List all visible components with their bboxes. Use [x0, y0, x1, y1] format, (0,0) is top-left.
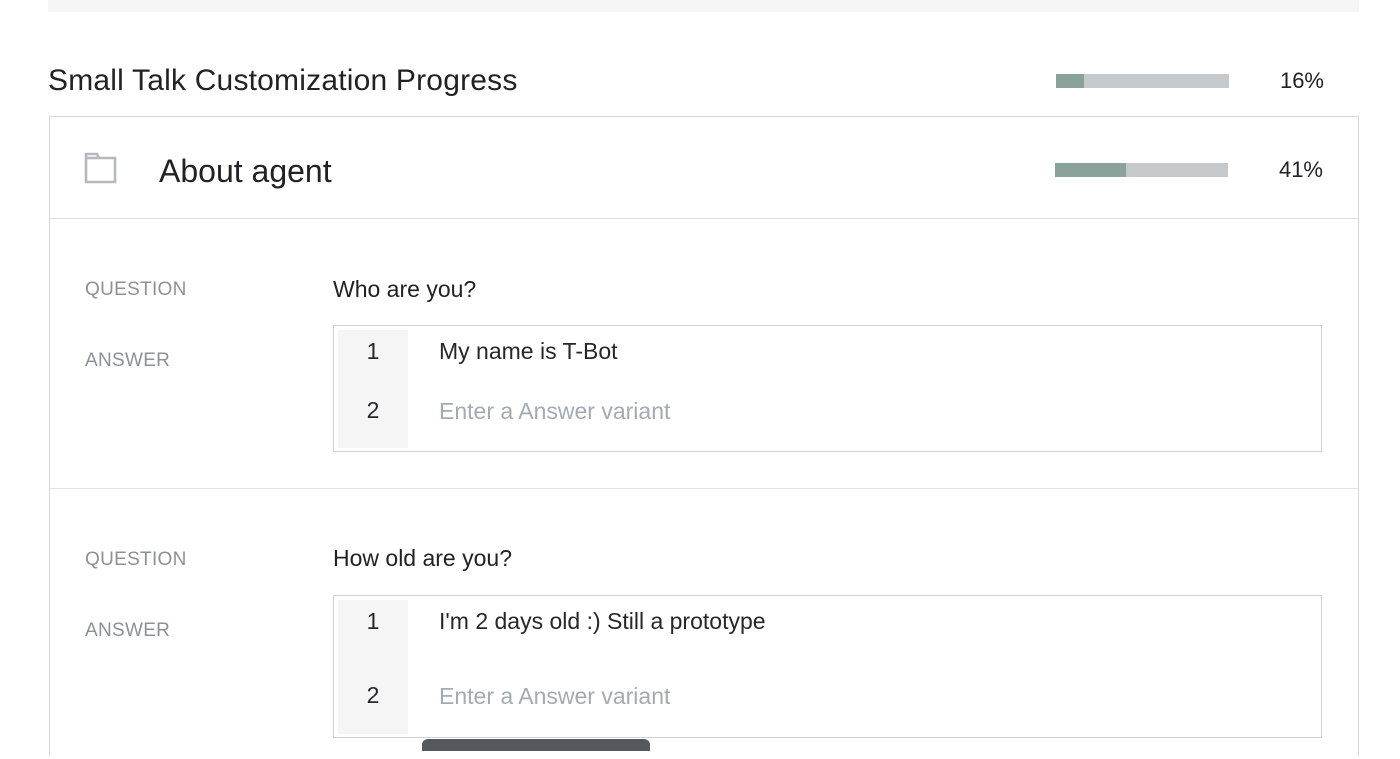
- question-text: Who are you?: [333, 276, 477, 302]
- answer-variant-row[interactable]: 1 My name is T-Bot: [334, 338, 1319, 378]
- qa-item: QUESTION Who are you? ANSWER 1 My name i…: [50, 219, 1358, 489]
- answer-variant-text[interactable]: My name is T-Bot: [439, 338, 618, 365]
- variant-number: 1: [366, 608, 380, 634]
- section-progress: [1055, 163, 1228, 177]
- section-progress-percent: 41%: [1278, 157, 1323, 182]
- tooltip-edge: [422, 739, 650, 751]
- top-strip: [48, 0, 1359, 12]
- answer-variant-row[interactable]: 2: [334, 680, 1319, 722]
- section-progress-fill: [1055, 163, 1126, 177]
- overall-progress-track: [1056, 74, 1229, 88]
- page-title: Small Talk Customization Progress: [48, 64, 518, 97]
- answer-variant-input[interactable]: [439, 680, 1299, 712]
- answer-variant-text[interactable]: I'm 2 days old :) Still a prototype: [439, 608, 766, 635]
- question-label: QUESTION: [85, 279, 187, 300]
- question-label: QUESTION: [85, 549, 187, 570]
- section-title: About agent: [159, 153, 332, 189]
- variant-number: 1: [366, 338, 380, 364]
- variant-number: 2: [366, 682, 380, 708]
- answer-variants-box: 1 My name is T-Bot 2: [333, 325, 1322, 452]
- section-header[interactable]: About agent 41%: [50, 117, 1358, 219]
- overall-progress-percent: 16%: [1279, 68, 1324, 93]
- variant-number: 2: [366, 397, 380, 423]
- overall-progress-fill: [1056, 74, 1084, 88]
- overall-progress: [1056, 74, 1229, 88]
- folder-icon: [84, 152, 117, 184]
- qa-item: QUESTION How old are you? ANSWER 1 I'm 2…: [50, 489, 1358, 759]
- answer-label: ANSWER: [85, 350, 171, 371]
- answer-variants-box: 1 I'm 2 days old :) Still a prototype 2: [333, 595, 1322, 738]
- section-panel: About agent 41% QUESTION Who are you? AN…: [49, 116, 1359, 756]
- answer-variant-input[interactable]: [439, 395, 1299, 427]
- question-text: How old are you?: [333, 545, 512, 571]
- section-progress-track: [1055, 163, 1228, 177]
- answer-label: ANSWER: [85, 620, 171, 641]
- answer-variant-row[interactable]: 1 I'm 2 days old :) Still a prototype: [334, 608, 1319, 648]
- answer-variant-row[interactable]: 2: [334, 395, 1319, 437]
